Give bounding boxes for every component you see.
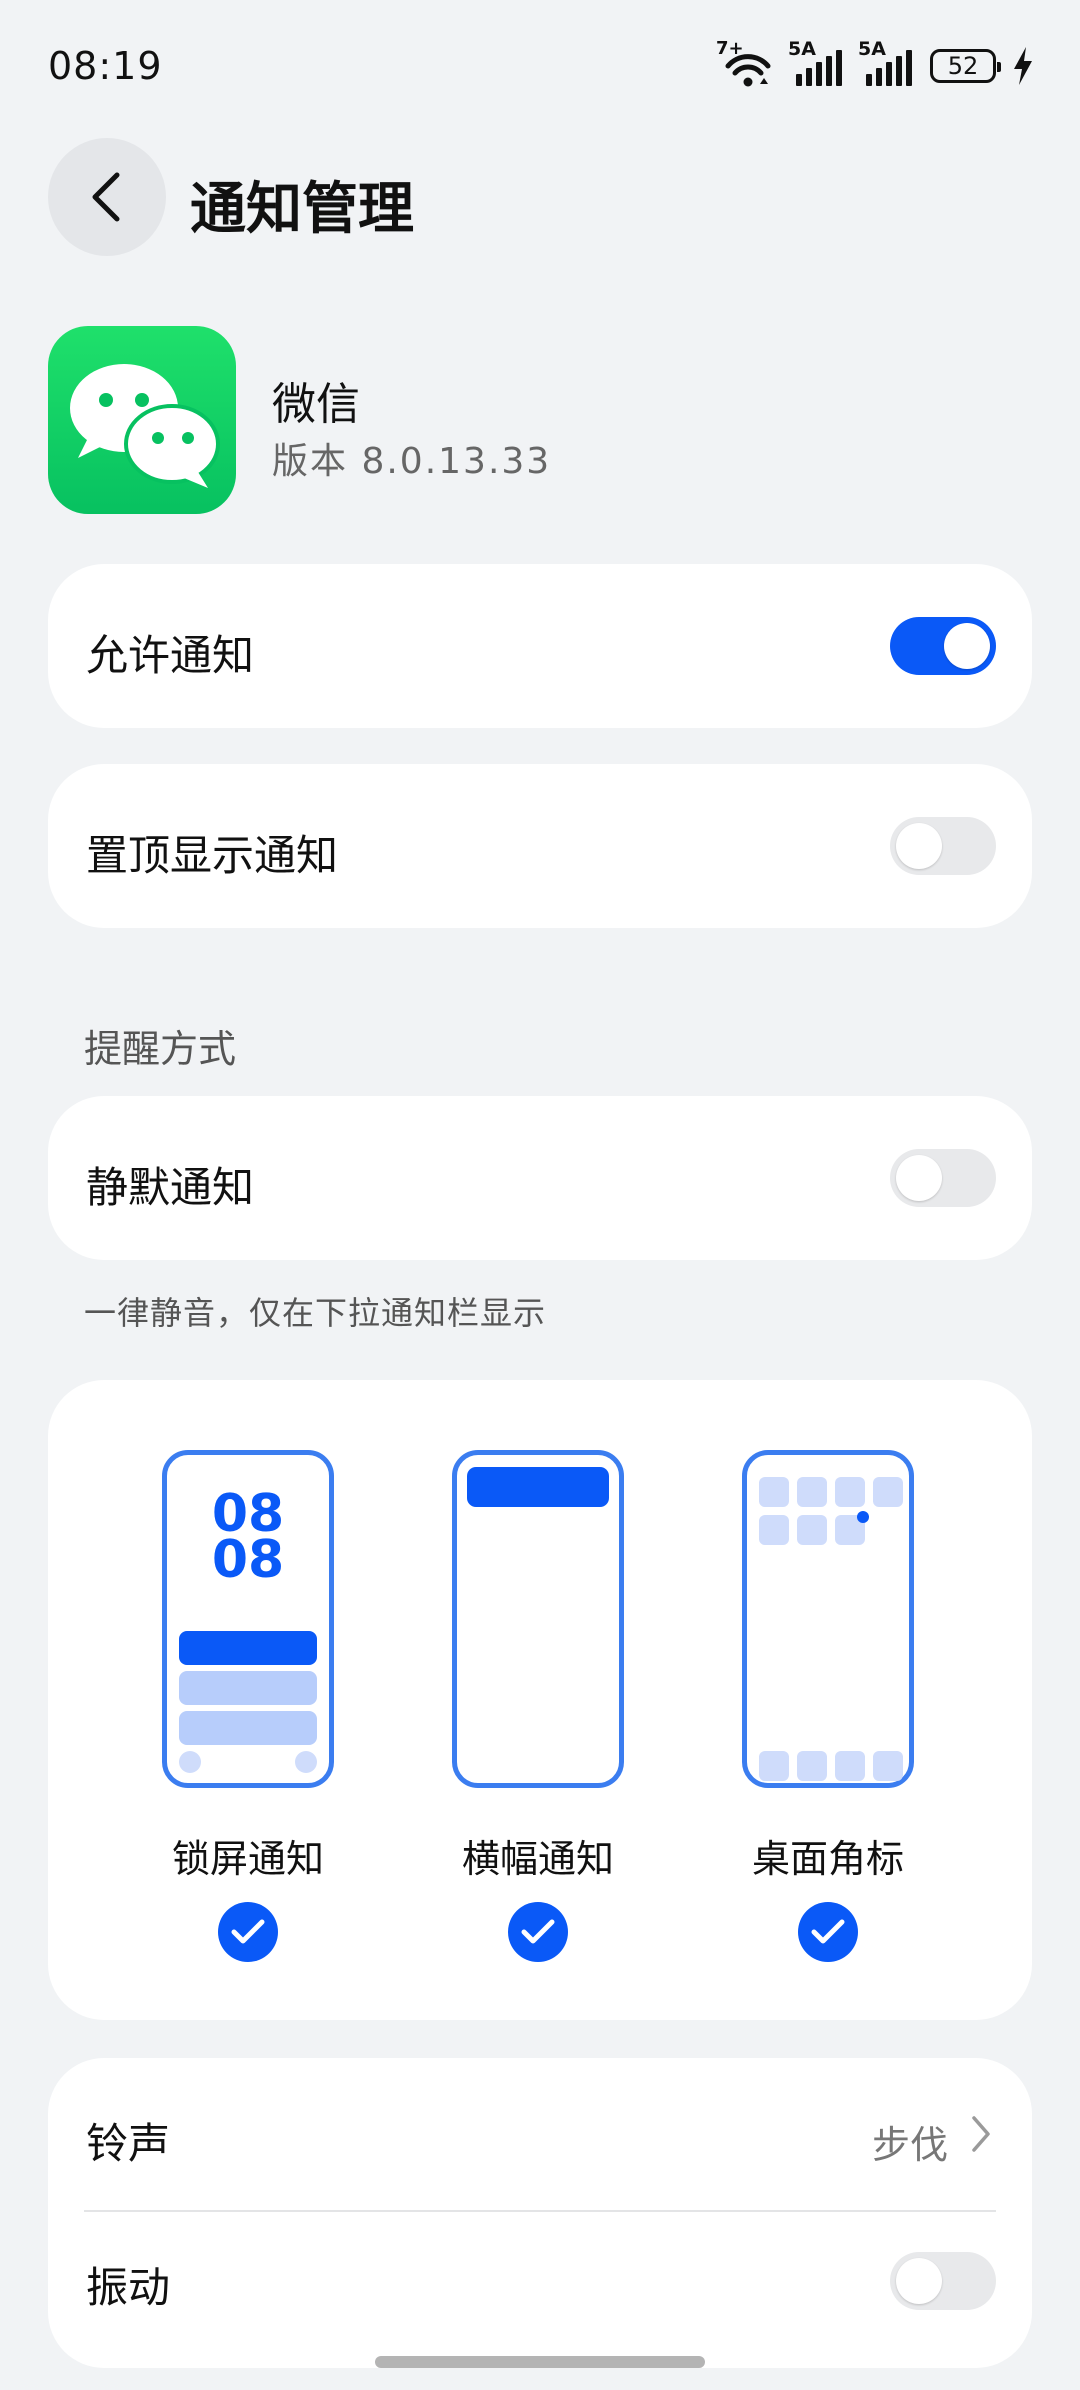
allow-notifications-label: 允许通知 (86, 631, 255, 680)
allow-notifications-toggle[interactable] (890, 617, 996, 675)
pin-top-toggle[interactable] (890, 817, 996, 875)
battery-level: 52 (947, 52, 979, 80)
style-label-badge: 桌面角标 (751, 1837, 904, 1881)
battery-icon: 52 (930, 49, 1001, 83)
lockscreen-notification-primary (179, 1631, 317, 1665)
checkmark-icon (521, 1919, 555, 1944)
home-indicator[interactable] (375, 2356, 705, 2368)
banner-preview[interactable] (452, 1450, 624, 1788)
silent-notification-toggle[interactable] (890, 1149, 996, 1207)
row-divider (84, 2210, 996, 2212)
ringtone-label: 铃声 (86, 2119, 171, 2168)
banner-notification-bar (467, 1467, 609, 1507)
page-title: 通知管理 (190, 177, 414, 242)
vibration-label: 振动 (86, 2263, 171, 2312)
app-name: 微信 (272, 379, 360, 430)
charging-bolt-icon (1014, 47, 1032, 85)
badge-dock (759, 1751, 903, 1781)
lockscreen-preview[interactable]: 08 08 (162, 1450, 334, 1788)
lockscreen-clock-bottom: 08 (211, 1530, 285, 1590)
banner-check[interactable] (508, 1902, 568, 1962)
wechat-app-icon (48, 326, 236, 514)
cellular-signal-1-icon: 5A (788, 38, 844, 86)
lockscreen-notification-secondary (179, 1671, 317, 1705)
style-label-lockscreen: 锁屏通知 (171, 1837, 324, 1881)
wifi-icon: 7+ (716, 38, 774, 88)
style-label-banner: 横幅通知 (461, 1837, 614, 1881)
lockscreen-camera-dot (295, 1751, 317, 1773)
sound-vibration-card: 铃声 步伐 振动 (48, 2058, 1032, 2368)
allow-notifications-card: 允许通知 (48, 564, 1032, 728)
silent-notification-label: 静默通知 (86, 1163, 255, 1212)
pin-top-card: 置顶显示通知 (48, 764, 1032, 928)
pin-top-label: 置顶显示通知 (86, 831, 339, 880)
notification-styles-card: 08 08 锁屏通知 横幅通知 桌面角标 (48, 1380, 1032, 2020)
lockscreen-flashlight-dot (179, 1751, 201, 1773)
chevron-right-icon (972, 2116, 990, 2152)
ringtone-value: 步伐 (871, 2123, 948, 2167)
cellular-signal-2-icon: 5A (858, 38, 914, 86)
back-button[interactable] (48, 138, 166, 256)
badge-preview[interactable] (742, 1450, 914, 1788)
checkmark-icon (811, 1919, 845, 1944)
vibration-toggle[interactable] (890, 2252, 996, 2310)
lockscreen-check[interactable] (218, 1902, 278, 1962)
badge-check[interactable] (798, 1902, 858, 1962)
badge-dot (857, 1511, 869, 1523)
app-version: 版本 8.0.13.33 (272, 441, 552, 482)
badge-app-grid (759, 1477, 903, 1545)
silent-notification-card: 静默通知 (48, 1096, 1032, 1260)
status-bar: 08:19 7+ 5A 5A 52 (0, 0, 1080, 130)
status-icons: 7+ 5A 5A 52 (716, 38, 1034, 90)
checkmark-icon (231, 1919, 265, 1944)
reminder-section-title: 提醒方式 (84, 1027, 237, 1071)
lockscreen-notification-tertiary (179, 1711, 317, 1745)
status-time: 08:19 (48, 44, 163, 88)
silent-hint: 一律静音，仅在下拉通知栏显示 (84, 1294, 547, 1332)
ringtone-row[interactable]: 铃声 步伐 (48, 2058, 1032, 2210)
back-arrow-icon (92, 172, 120, 222)
